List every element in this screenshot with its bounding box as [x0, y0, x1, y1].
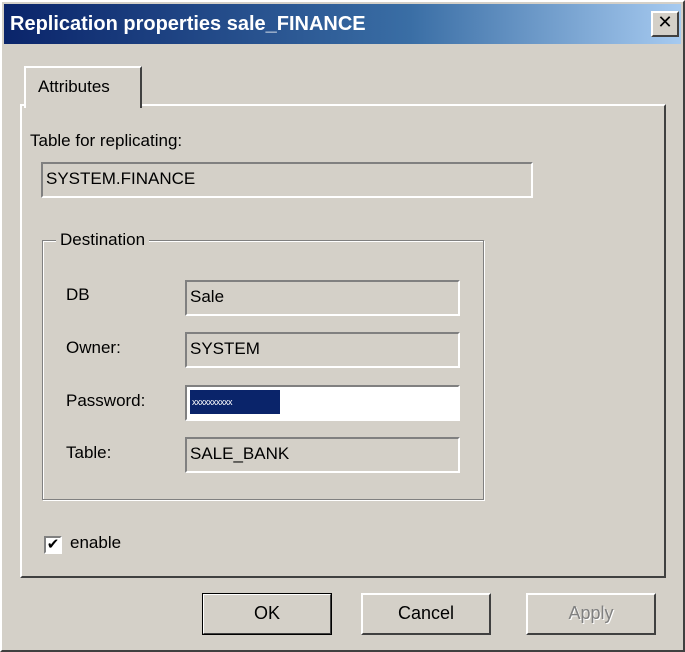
- password-masked-value: xxxxxxxxxx: [190, 390, 280, 414]
- close-icon: ✕: [657, 12, 673, 33]
- table-for-replicating-label: Table for replicating:: [30, 131, 183, 150]
- title-bar[interactable]: Replication properties sale_FINANCE ✕: [4, 4, 681, 44]
- tab-attributes[interactable]: Attributes: [24, 66, 142, 108]
- close-button[interactable]: ✕: [651, 11, 679, 37]
- cancel-button[interactable]: Cancel: [361, 593, 491, 635]
- db-label: DB: [66, 285, 90, 304]
- table-for-replicating-field[interactable]: SYSTEM.FINANCE: [41, 162, 533, 198]
- check-icon: ✔: [46, 536, 60, 553]
- ok-button[interactable]: OK: [202, 593, 332, 635]
- password-field[interactable]: xxxxxxxxxx: [185, 385, 460, 421]
- enable-label[interactable]: enable: [70, 533, 121, 553]
- window-title: Replication properties sale_FINANCE: [10, 13, 366, 35]
- owner-field[interactable]: SYSTEM: [185, 332, 460, 368]
- table-label: Table:: [66, 443, 112, 462]
- destination-legend: Destination: [56, 230, 150, 250]
- password-label: Password:: [66, 391, 146, 410]
- owner-label: Owner:: [66, 338, 121, 357]
- apply-button[interactable]: Apply: [526, 593, 656, 635]
- enable-checkbox[interactable]: ✔: [44, 536, 62, 554]
- db-field[interactable]: Sale: [185, 280, 460, 316]
- tab-label: Attributes: [38, 77, 110, 96]
- table-field[interactable]: SALE_BANK: [185, 437, 460, 473]
